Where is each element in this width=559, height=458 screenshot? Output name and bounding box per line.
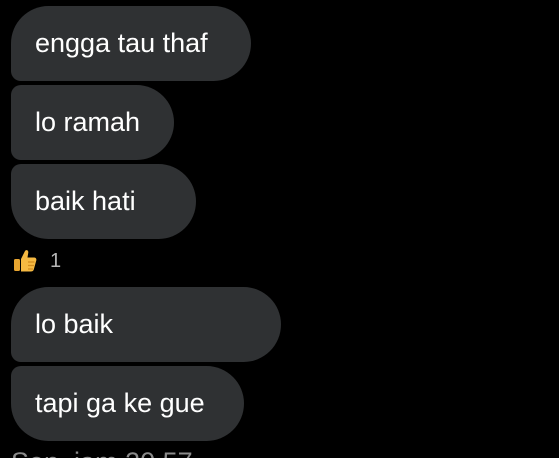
message-bubble[interactable]: lo baik xyxy=(11,287,281,362)
thumbs-up-icon xyxy=(14,250,37,272)
message-text: tapi ga ke gue xyxy=(35,388,205,418)
message-text: baik hati xyxy=(35,186,136,216)
chat-thread: engga tau thaf lo ramah baik hati 1 lo b… xyxy=(0,0,559,458)
message-text: lo ramah xyxy=(35,107,141,137)
message-bubble[interactable]: tapi ga ke gue xyxy=(11,366,244,441)
message-bubble[interactable]: engga tau thaf xyxy=(11,6,251,81)
message-timestamp: Sen, jam 20.57 xyxy=(11,447,193,458)
message-text: lo baik xyxy=(35,309,114,339)
message-bubble[interactable]: baik hati xyxy=(11,164,196,239)
reaction-count: 1 xyxy=(50,250,62,272)
message-text: engga tau thaf xyxy=(35,28,208,58)
message-reaction[interactable]: 1 xyxy=(12,247,61,275)
message-bubble[interactable]: lo ramah xyxy=(11,85,174,160)
